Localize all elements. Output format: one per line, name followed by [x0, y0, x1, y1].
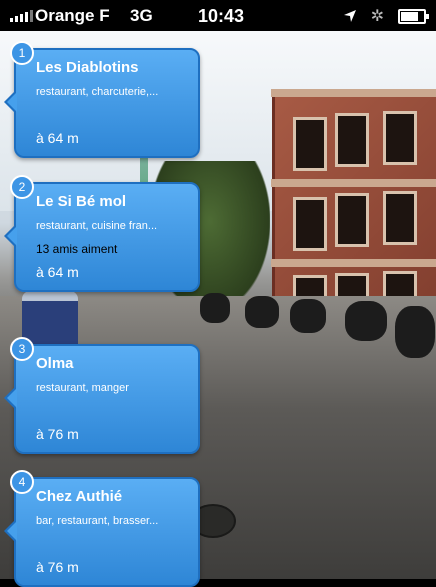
place-categories: restaurant, manger [36, 382, 129, 394]
motorcycle [200, 293, 230, 323]
place-name: Olma [36, 355, 74, 372]
place-bubble-1[interactable]: 1 Les Diablotins restaurant, charcuterie… [4, 41, 200, 158]
place-number: 4 [10, 470, 34, 494]
place-distance: à 64 m [36, 130, 79, 146]
battery-icon [398, 8, 429, 24]
status-icons: ✲ [343, 6, 429, 26]
signal-bars-icon [10, 10, 33, 22]
place-name: Les Diablotins [36, 59, 139, 76]
motorcycle [245, 296, 279, 328]
place-bubble-4[interactable]: 4 Chez Authié bar, restaurant, brasser..… [4, 470, 200, 587]
place-name: Chez Authié [36, 488, 123, 505]
status-bar: Orange F 3G 10:43 ✲ [0, 0, 436, 31]
motorcycle [345, 301, 387, 341]
carrier-label: Orange F [35, 6, 110, 25]
place-distance: à 64 m [36, 264, 79, 280]
place-number: 1 [10, 41, 34, 65]
bluetooth-icon: ✲ [370, 8, 384, 25]
place-number: 2 [10, 175, 34, 199]
place-name: Le Si Bé mol [36, 193, 127, 210]
place-categories: bar, restaurant, brasser... [36, 515, 159, 527]
motorcycle [290, 299, 326, 333]
place-bubble-3[interactable]: 3 Olma restaurant, manger à 76 m [4, 337, 200, 454]
network-type-label: 3G [130, 6, 153, 25]
place-distance: à 76 m [36, 559, 79, 575]
location-arrow-icon [343, 10, 356, 22]
place-bubble-2[interactable]: 2 Le Si Bé mol restaurant, cuisine fran.… [4, 175, 200, 292]
place-number: 3 [10, 337, 34, 361]
place-categories: restaurant, charcuterie,... [36, 86, 159, 98]
place-categories: restaurant, cuisine fran... [36, 220, 158, 232]
place-friends-like: 13 amis aiment [36, 242, 118, 256]
motorcycle [395, 306, 435, 358]
clock: 10:43 [198, 6, 245, 26]
place-distance: à 76 m [36, 426, 79, 442]
